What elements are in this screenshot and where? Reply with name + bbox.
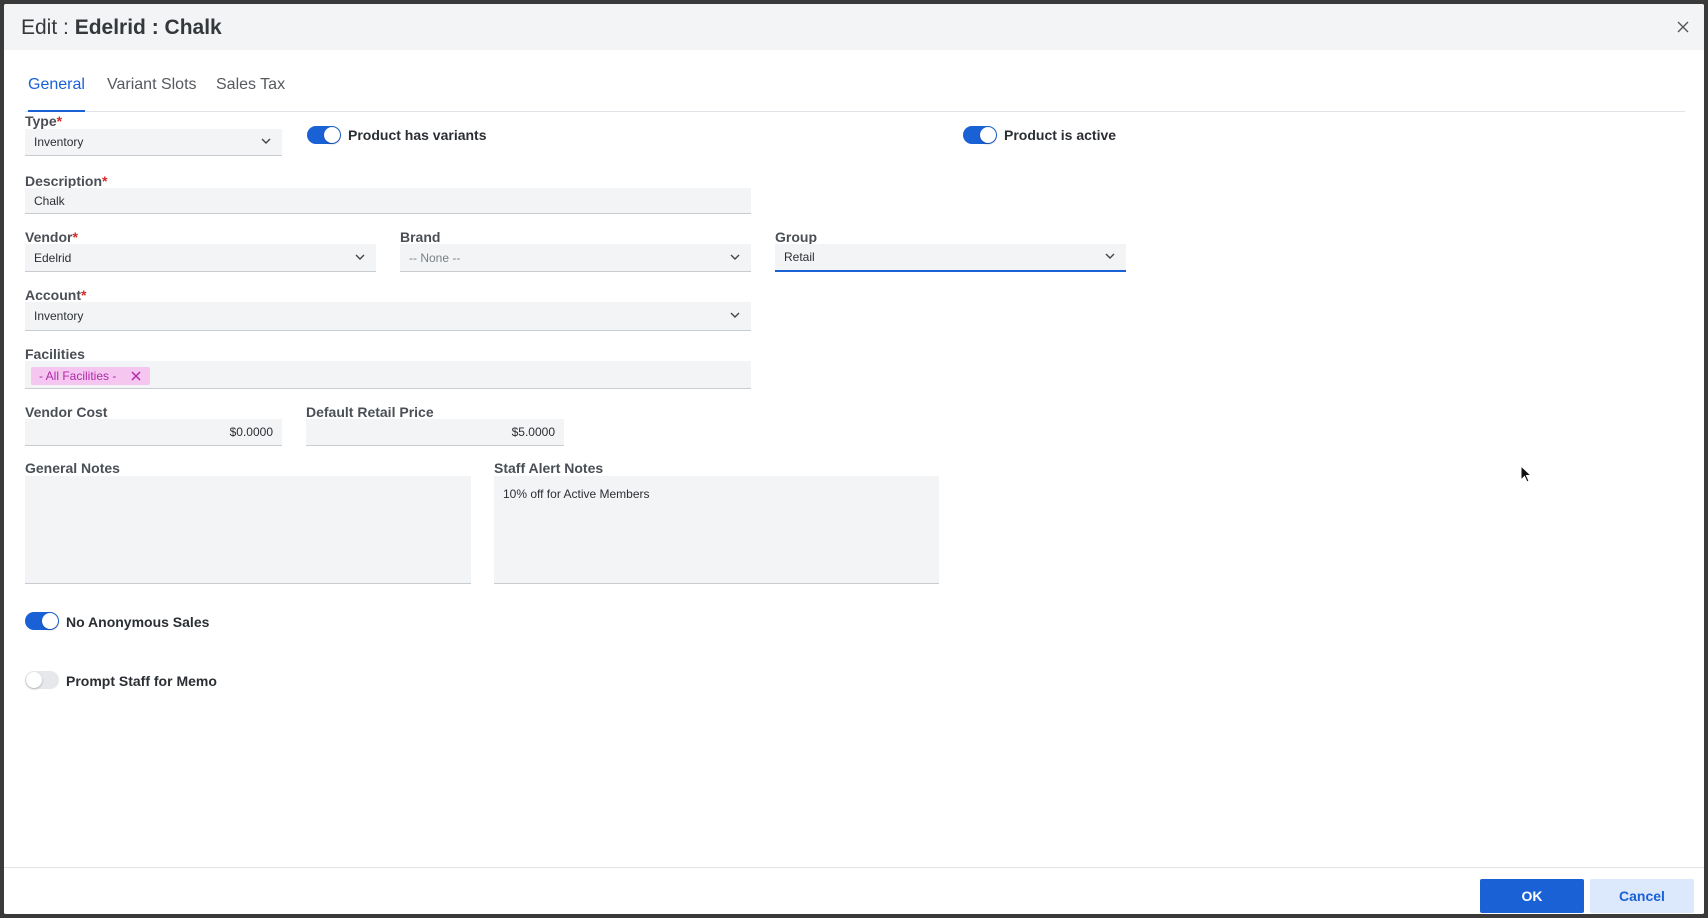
retail-price-label: Default Retail Price (306, 404, 434, 420)
chevron-down-icon (729, 309, 741, 321)
tab-general[interactable]: General (28, 64, 85, 112)
cancel-button[interactable]: Cancel (1590, 879, 1694, 913)
vendor-cost-value: $0.0000 (229, 425, 273, 439)
retail-price-input[interactable]: $5.0000 (306, 419, 564, 446)
brand-value: -- None -- (409, 250, 461, 265)
facility-chip: - All Facilities - (31, 367, 151, 385)
chevron-down-icon (1104, 250, 1116, 262)
ok-button[interactable]: OK (1480, 879, 1584, 913)
description-value: Chalk (34, 193, 65, 208)
toggle-knob (26, 672, 42, 688)
toggle-knob (42, 613, 58, 629)
retail-price-value: $5.0000 (511, 425, 555, 439)
remove-chip-icon[interactable] (130, 370, 142, 382)
staff-alert-notes-label: Staff Alert Notes (494, 460, 604, 476)
dialog-title-prefix: Edit : (21, 16, 75, 39)
vendor-select[interactable]: Edelrid (25, 244, 376, 272)
vendor-cost-input[interactable]: $0.0000 (25, 419, 282, 446)
vendor-value: Edelrid (34, 250, 72, 265)
no-anonymous-sales-label: No Anonymous Sales (66, 614, 210, 630)
brand-select[interactable]: -- None -- (400, 244, 751, 272)
toggle-knob (980, 127, 996, 143)
group-value: Retail (784, 250, 815, 264)
vendor-label: Vendor* (25, 229, 78, 245)
dialog-title-entity: Edelrid : Chalk (74, 16, 222, 39)
mouse-cursor-icon (1520, 465, 1533, 483)
description-label: Description* (25, 173, 108, 189)
facility-chip-label: - All Facilities - (39, 369, 117, 383)
type-value: Inventory (34, 135, 84, 149)
general-notes-textarea[interactable] (25, 476, 471, 584)
tab-bar: General Variant Slots Sales Tax (25, 64, 1685, 112)
type-label: Type* (25, 113, 63, 129)
tab-variant-slots[interactable]: Variant Slots (107, 64, 197, 112)
tab-sales-tax[interactable]: Sales Tax (216, 64, 285, 112)
prompt-staff-memo-toggle[interactable] (25, 671, 59, 689)
chevron-down-icon (260, 135, 272, 147)
description-input[interactable]: Chalk (25, 188, 751, 214)
dialog-header: Edit : Edelrid : Chalk (4, 4, 1704, 50)
is-active-toggle[interactable] (963, 126, 997, 144)
close-icon[interactable] (1672, 16, 1694, 38)
chevron-down-icon (354, 251, 366, 263)
has-variants-label: Product has variants (348, 127, 487, 143)
account-select[interactable]: Inventory (25, 302, 751, 331)
group-label: Group (775, 229, 817, 245)
dialog-footer: OK Cancel (4, 867, 1704, 914)
toggle-knob (324, 127, 340, 143)
facilities-label: Facilities (25, 346, 85, 362)
general-notes-label: General Notes (25, 460, 120, 476)
prompt-staff-memo-label: Prompt Staff for Memo (66, 673, 217, 689)
dialog-title: Edit : Edelrid : Chalk (21, 16, 222, 40)
group-select[interactable]: Retail (775, 244, 1126, 272)
edit-product-dialog: Edit : Edelrid : Chalk General Variant S… (4, 4, 1704, 914)
staff-alert-notes-textarea[interactable]: 10% off for Active Members (494, 476, 939, 584)
has-variants-toggle[interactable] (307, 126, 341, 144)
type-select[interactable]: Inventory (25, 129, 282, 156)
chevron-down-icon (729, 251, 741, 263)
facilities-multiselect[interactable]: - All Facilities - (25, 361, 751, 389)
is-active-label: Product is active (1004, 127, 1117, 143)
account-value: Inventory (34, 309, 84, 323)
brand-label: Brand (400, 229, 441, 245)
vendor-cost-label: Vendor Cost (25, 404, 108, 420)
no-anonymous-sales-toggle[interactable] (25, 612, 59, 630)
account-label: Account* (25, 287, 87, 303)
